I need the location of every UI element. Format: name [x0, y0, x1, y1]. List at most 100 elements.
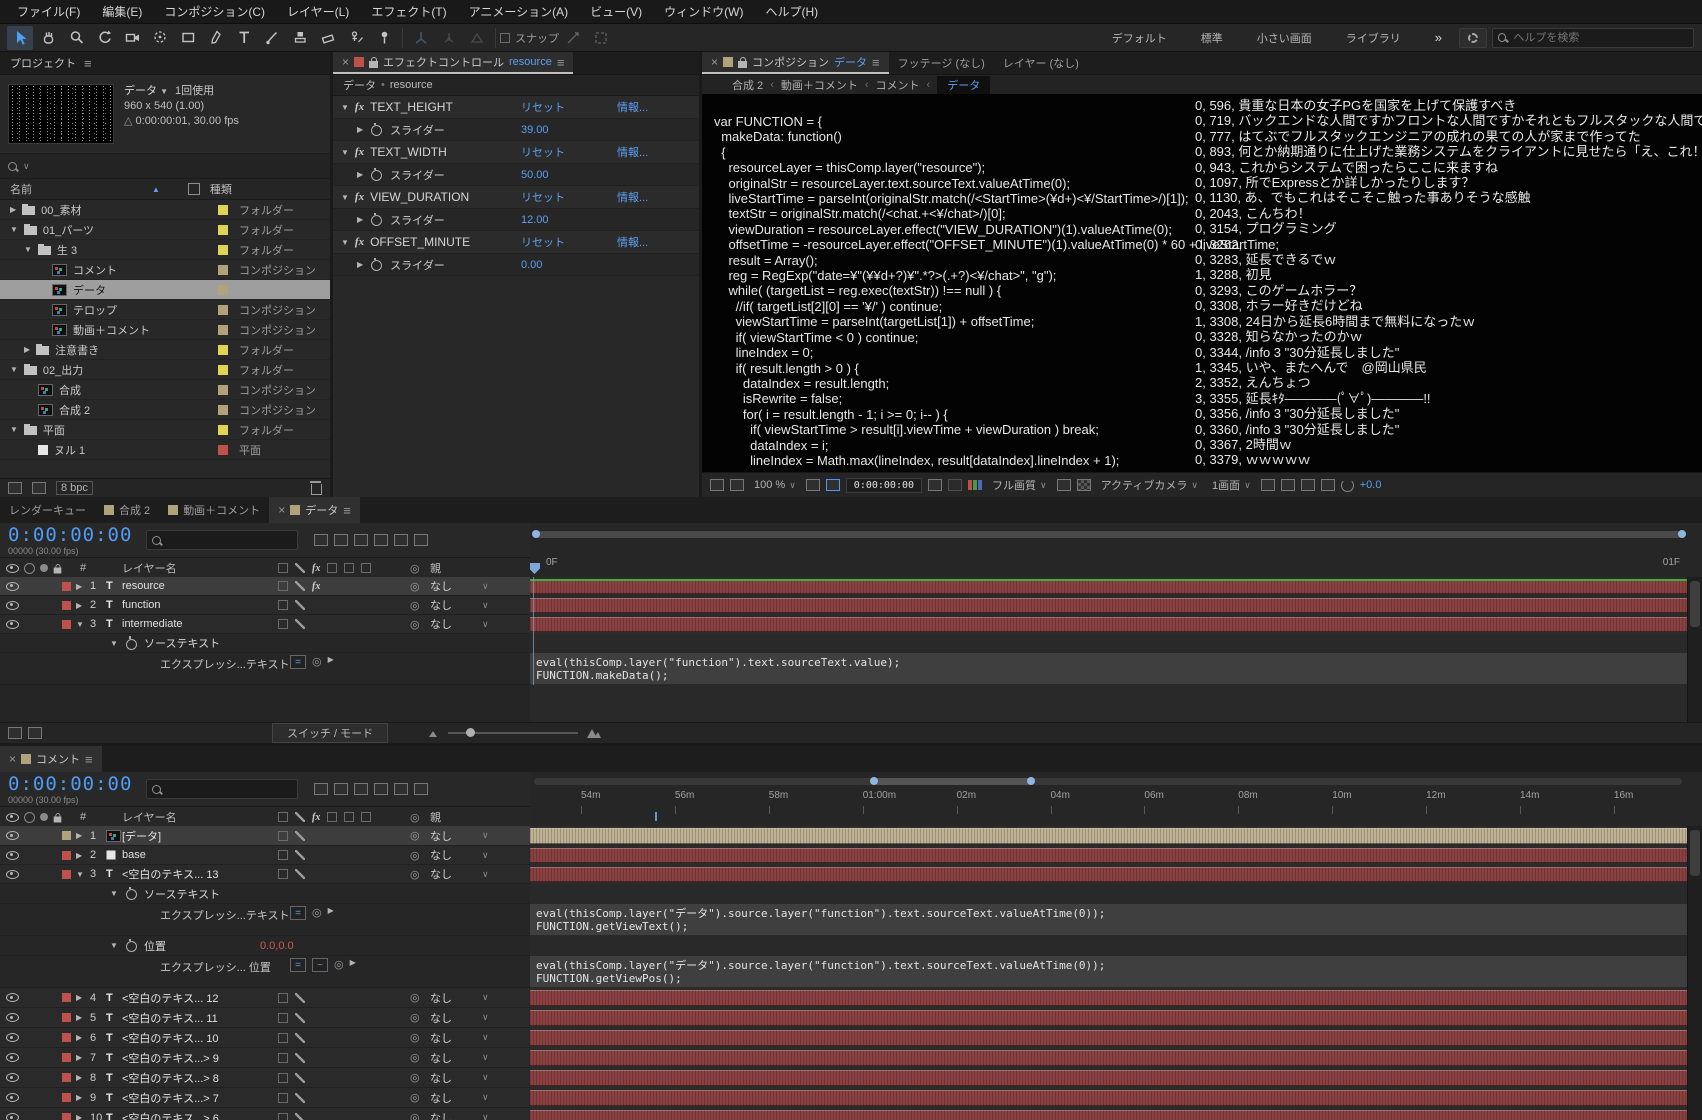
motion-blur-column-icon[interactable]: [344, 812, 355, 822]
expression-enable-icon[interactable]: =: [290, 906, 306, 920]
expand-icon[interactable]: ▶: [10, 205, 16, 214]
expression-enable-icon[interactable]: =: [290, 655, 306, 669]
parent-dropdown[interactable]: なし ∨: [430, 1108, 489, 1120]
panel-menu-icon[interactable]: ≡: [557, 55, 565, 70]
effect-reset-button[interactable]: リセット: [521, 231, 565, 253]
timeline-zoom-slider[interactable]: [428, 727, 602, 739]
layer-duration-bar[interactable]: [530, 1110, 1688, 1120]
rectangle-tool-icon[interactable]: [175, 26, 201, 50]
3d-column-icon[interactable]: [361, 812, 372, 822]
effect-info-button[interactable]: 情報...: [617, 231, 648, 253]
navigator-end-handle[interactable]: [1678, 530, 1686, 538]
eye-icon[interactable]: [6, 600, 19, 610]
effect-reset-button[interactable]: リセット: [521, 141, 565, 163]
layer-color-chip[interactable]: [62, 1013, 71, 1022]
label-color-chip[interactable]: [218, 264, 228, 275]
bit-depth-button[interactable]: 8 bpc: [56, 481, 93, 495]
active-camera-dropdown[interactable]: アクティブカメラ ∨: [1097, 476, 1202, 494]
comp-color-chip[interactable]: [723, 57, 734, 67]
fx-column-icon[interactable]: fx: [312, 563, 320, 574]
cti-line[interactable]: [533, 577, 534, 685]
project-row[interactable]: ▶ 00_素材 フォルダー: [0, 200, 330, 220]
eye-icon[interactable]: [6, 1093, 19, 1102]
effect-info-button[interactable]: 情報...: [617, 186, 648, 208]
lock-icon[interactable]: [369, 56, 379, 68]
project-row[interactable]: ▼ 02_出力 フォルダー: [0, 360, 330, 380]
project-row[interactable]: 合成 コンポジション: [0, 380, 330, 400]
property-row[interactable]: ▼ 位置 0.0,0.0: [0, 936, 530, 956]
lock-icon[interactable]: [738, 56, 748, 68]
label-column-icon[interactable]: [187, 183, 200, 195]
flowchart-button-icon[interactable]: [1320, 479, 1335, 491]
eye-column-icon[interactable]: [6, 812, 19, 822]
pickwhip-icon[interactable]: ◎: [410, 1028, 420, 1047]
layer-track[interactable]: [530, 865, 1702, 884]
menu-item[interactable]: アニメーション(A): [458, 3, 580, 20]
composition-tab[interactable]: × コンポジション データ ≡: [702, 52, 889, 74]
snapshot-icon[interactable]: [928, 479, 943, 491]
quality-switch[interactable]: [295, 1032, 305, 1043]
preview-dropdown-icon[interactable]: ▼: [160, 87, 168, 96]
shy-switch[interactable]: [278, 1092, 288, 1103]
frame-blend-column-icon[interactable]: [327, 812, 338, 822]
pickwhip-icon[interactable]: ◎: [410, 1048, 420, 1067]
expand-icon[interactable]: ▶: [76, 1068, 82, 1087]
layer-row[interactable]: ▶ 10 T <空白のテキス...> 6 ◎ なし ∨: [0, 1108, 530, 1120]
expression-pickwhip-icon[interactable]: ◎: [334, 958, 344, 971]
shy-switch[interactable]: [278, 869, 288, 879]
lock-column-icon[interactable]: [53, 563, 62, 573]
parent-dropdown[interactable]: なし ∨: [430, 596, 489, 614]
label-color-chip[interactable]: [218, 204, 228, 215]
timeline-tab[interactable]: 動画＋コメント: [159, 497, 269, 523]
layer-track[interactable]: [530, 596, 1702, 615]
snap-checkbox-icon[interactable]: [500, 32, 510, 43]
label-color-chip[interactable]: [218, 424, 228, 435]
layer-color-chip[interactable]: [354, 57, 365, 67]
quality-switch[interactable]: [295, 869, 305, 879]
layer-duration-bar[interactable]: [530, 617, 1688, 632]
axis-view-icon[interactable]: [464, 26, 490, 50]
layer-color-chip[interactable]: [62, 1053, 71, 1062]
always-preview-icon[interactable]: [710, 479, 724, 491]
project-search-box[interactable]: ∨: [0, 153, 330, 179]
shy-switch[interactable]: [278, 1112, 288, 1120]
trash-icon[interactable]: [310, 481, 322, 495]
new-folder-icon[interactable]: [32, 482, 46, 494]
stopwatch-icon[interactable]: [371, 212, 383, 226]
eye-icon[interactable]: [6, 1013, 19, 1022]
reset-exposure-icon[interactable]: [1340, 478, 1354, 492]
collapse-icon[interactable]: ▼: [76, 615, 84, 633]
timeline-tab[interactable]: レンダーキュー: [0, 497, 95, 523]
resolution-dropdown[interactable]: フル画質 ∨: [988, 476, 1051, 494]
layer-color-chip[interactable]: [62, 831, 71, 840]
graph-editor-icon[interactable]: [414, 783, 429, 795]
quality-switch[interactable]: [295, 850, 305, 860]
frame-blend-column-icon[interactable]: [327, 563, 338, 573]
layer-color-chip[interactable]: [62, 1073, 71, 1082]
shy-switch[interactable]: [278, 619, 288, 629]
project-row[interactable]: 動画＋コメント コンポジション: [0, 320, 330, 340]
stamp-tool-icon[interactable]: [287, 26, 313, 50]
slider-value[interactable]: 50.00: [521, 164, 549, 185]
target-region-icon[interactable]: [1056, 479, 1071, 491]
layer-color-chip[interactable]: [62, 1033, 71, 1042]
frame-blending-icon[interactable]: [374, 783, 389, 795]
close-icon[interactable]: ×: [711, 55, 718, 69]
timeline-current-time[interactable]: 0:00:00:00: [8, 524, 132, 546]
comp-marker[interactable]: [655, 812, 657, 821]
layer-duration-bar[interactable]: [530, 828, 1688, 844]
hide-shy-layers-icon[interactable]: [354, 783, 369, 795]
project-row[interactable]: コメント コンポジション: [0, 260, 330, 280]
pickwhip-icon[interactable]: ◎: [410, 615, 420, 633]
brush-tool-icon[interactable]: [259, 26, 285, 50]
layer-color-chip[interactable]: [62, 1093, 71, 1102]
draft-3d-icon[interactable]: [334, 534, 349, 546]
eye-icon[interactable]: [6, 1053, 19, 1062]
layer-duration-bar[interactable]: [530, 1090, 1688, 1106]
layer-track[interactable]: [530, 846, 1702, 865]
slider-value[interactable]: 39.00: [521, 119, 549, 140]
menu-item[interactable]: ビュー(V): [579, 3, 653, 20]
effect-header-row[interactable]: ▼ fx TEXT_WIDTH リセット 情報...: [333, 141, 699, 164]
label-color-chip[interactable]: [218, 244, 228, 255]
expression-graph-icon[interactable]: ~: [312, 958, 328, 972]
